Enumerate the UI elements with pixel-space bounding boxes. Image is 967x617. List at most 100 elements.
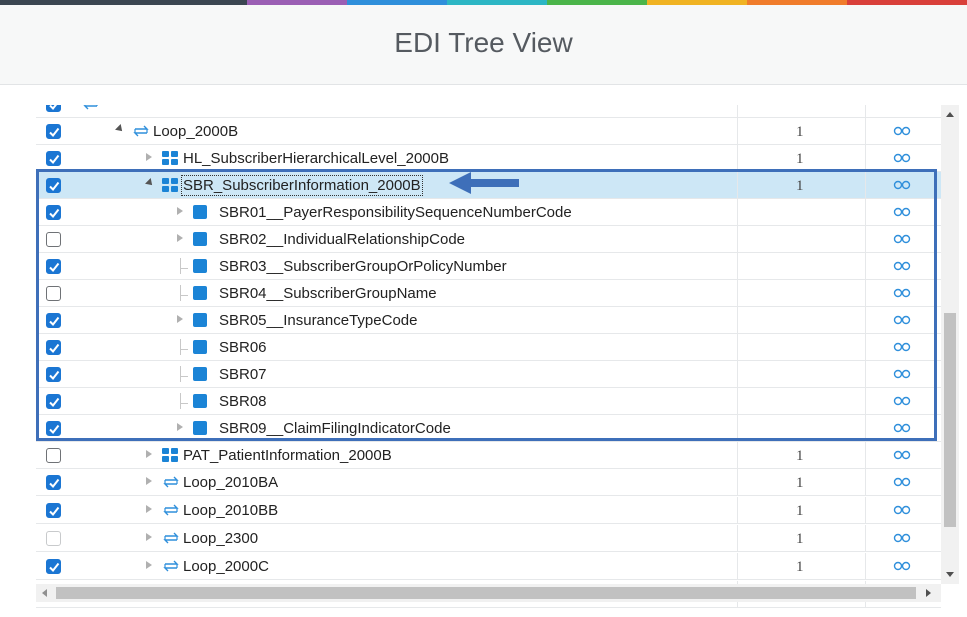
expand-arrow-icon[interactable] — [146, 505, 152, 513]
node-label[interactable]: Loop_2010BA — [183, 474, 278, 491]
tree-row[interactable]: SBR02__IndividualRelationshipCode — [36, 226, 941, 253]
tree-row[interactable]: SBR01__PayerResponsibilitySequenceNumber… — [36, 199, 941, 226]
horizontal-scroll-thumb[interactable] — [56, 587, 916, 599]
row-checkbox[interactable] — [46, 232, 61, 247]
loop-icon — [82, 105, 100, 116]
link-icon[interactable] — [893, 366, 911, 384]
expand-arrow-icon[interactable] — [177, 315, 183, 323]
node-label[interactable]: SBR06 — [219, 339, 267, 356]
expand-arrow-icon[interactable] — [177, 423, 183, 431]
link-icon[interactable] — [893, 530, 911, 548]
link-icon[interactable] — [893, 502, 911, 520]
expand-arrow-icon[interactable] — [146, 153, 152, 161]
row-checkbox[interactable] — [46, 503, 61, 518]
link-icon[interactable] — [893, 285, 911, 303]
horizontal-scrollbar[interactable] — [36, 584, 941, 602]
tree-row[interactable]: SBR05__InsuranceTypeCode — [36, 307, 941, 334]
row-checkbox[interactable] — [46, 105, 61, 112]
tree-row[interactable]: Loop_2010BA 1 — [36, 469, 941, 496]
link-icon[interactable] — [893, 339, 911, 357]
row-checkbox[interactable] — [46, 421, 61, 436]
header-bar: EDI Tree View — [0, 5, 967, 85]
scroll-right-icon[interactable] — [926, 589, 931, 597]
tree-row[interactable] — [36, 105, 941, 118]
node-label[interactable]: SBR04__SubscriberGroupName — [219, 285, 437, 302]
column-divider — [737, 497, 738, 523]
link-icon[interactable] — [893, 312, 911, 330]
tree-grid[interactable]: Loop_2000B 1 HL_SubscriberHierarchicalLeve… — [36, 105, 959, 610]
row-checkbox[interactable] — [46, 151, 61, 166]
link-icon[interactable] — [893, 420, 911, 438]
row-checkbox[interactable] — [46, 286, 61, 301]
link-icon[interactable] — [893, 447, 911, 465]
expand-arrow-icon[interactable] — [146, 477, 152, 485]
scroll-up-icon[interactable] — [946, 112, 954, 117]
node-label[interactable]: Loop_2000B — [153, 123, 238, 140]
node-label[interactable]: SBR05__InsuranceTypeCode — [219, 312, 417, 329]
node-label[interactable]: SBR03__SubscriberGroupOrPolicyNumber — [219, 258, 507, 275]
row-checkbox[interactable] — [46, 367, 61, 382]
node-label[interactable]: SBR09__ClaimFilingIndicatorCode — [219, 420, 451, 437]
node-label[interactable]: SBR_SubscriberInformation_2000B — [181, 175, 423, 196]
element-icon — [193, 421, 208, 440]
column-divider — [865, 469, 866, 495]
tree-row[interactable]: SBR04__SubscriberGroupName — [36, 280, 941, 307]
node-label[interactable]: SBR02__IndividualRelationshipCode — [219, 231, 465, 248]
tree-row[interactable]: SBR07 — [36, 361, 941, 388]
row-checkbox[interactable] — [46, 124, 61, 139]
node-label[interactable]: Loop_2000C — [183, 558, 269, 575]
column-divider — [865, 118, 866, 144]
row-checkbox[interactable] — [46, 178, 61, 193]
link-icon[interactable] — [893, 258, 911, 276]
vertical-scrollbar[interactable] — [941, 105, 959, 584]
tree-row[interactable]: PAT_PatientInformation_2000B 1 — [36, 442, 941, 469]
tree-row[interactable]: SBR06 — [36, 334, 941, 361]
link-icon[interactable] — [893, 231, 911, 249]
expand-arrow-icon[interactable] — [146, 450, 152, 458]
node-label[interactable]: SBR01__PayerResponsibilitySequenceNumber… — [219, 204, 572, 221]
link-icon[interactable] — [893, 150, 911, 168]
node-label[interactable]: Loop_2300 — [183, 530, 258, 547]
tree-row[interactable]: HL_SubscriberHierarchicalLevel_2000B 1 — [36, 145, 941, 172]
row-checkbox[interactable] — [46, 205, 61, 220]
scroll-left-icon[interactable] — [42, 589, 47, 597]
tree-row[interactable]: Loop_2000B 1 — [36, 118, 941, 145]
tree-row[interactable]: Loop_2000C 1 — [36, 553, 941, 580]
expand-arrow-icon[interactable] — [146, 533, 152, 541]
collapse-arrow-icon[interactable] — [115, 124, 125, 134]
column-divider — [737, 105, 738, 117]
link-icon[interactable] — [893, 558, 911, 576]
row-checkbox[interactable] — [46, 559, 61, 574]
row-checkbox[interactable] — [46, 475, 61, 490]
row-checkbox[interactable] — [46, 394, 61, 409]
link-icon[interactable] — [893, 393, 911, 411]
tree-row[interactable]: SBR03__SubscriberGroupOrPolicyNumber — [36, 253, 941, 280]
link-icon[interactable] — [893, 177, 911, 195]
expand-arrow-icon[interactable] — [146, 561, 152, 569]
node-label[interactable]: PAT_PatientInformation_2000B — [183, 447, 392, 464]
node-label[interactable]: HL_SubscriberHierarchicalLevel_2000B — [183, 150, 449, 167]
link-icon[interactable] — [893, 204, 911, 222]
tree-row[interactable]: Loop_2300 1 — [36, 525, 941, 552]
vertical-scroll-thumb[interactable] — [944, 313, 956, 527]
link-icon[interactable] — [893, 474, 911, 492]
row-checkbox[interactable] — [46, 259, 61, 274]
expand-arrow-icon[interactable] — [177, 234, 183, 242]
node-label[interactable]: SBR08 — [219, 393, 267, 410]
column-divider — [737, 118, 738, 144]
expand-arrow-icon[interactable] — [177, 207, 183, 215]
node-label[interactable]: Loop_2010BB — [183, 502, 278, 519]
column-divider — [865, 361, 866, 387]
tree-row[interactable]: SBR_SubscriberInformation_2000B 1 — [36, 172, 941, 199]
node-label[interactable]: SBR07 — [219, 366, 267, 383]
row-checkbox[interactable] — [46, 340, 61, 355]
tree-row[interactable]: SBR08 — [36, 388, 941, 415]
collapse-arrow-icon[interactable] — [145, 178, 155, 188]
tree-row[interactable]: SBR09__ClaimFilingIndicatorCode — [36, 415, 941, 442]
link-icon[interactable] — [893, 123, 911, 141]
row-checkbox[interactable] — [46, 448, 61, 463]
row-checkbox[interactable] — [46, 313, 61, 328]
scroll-down-icon[interactable] — [946, 572, 954, 577]
tree-row[interactable]: Loop_2010BB 1 — [36, 497, 941, 524]
column-divider — [737, 388, 738, 414]
